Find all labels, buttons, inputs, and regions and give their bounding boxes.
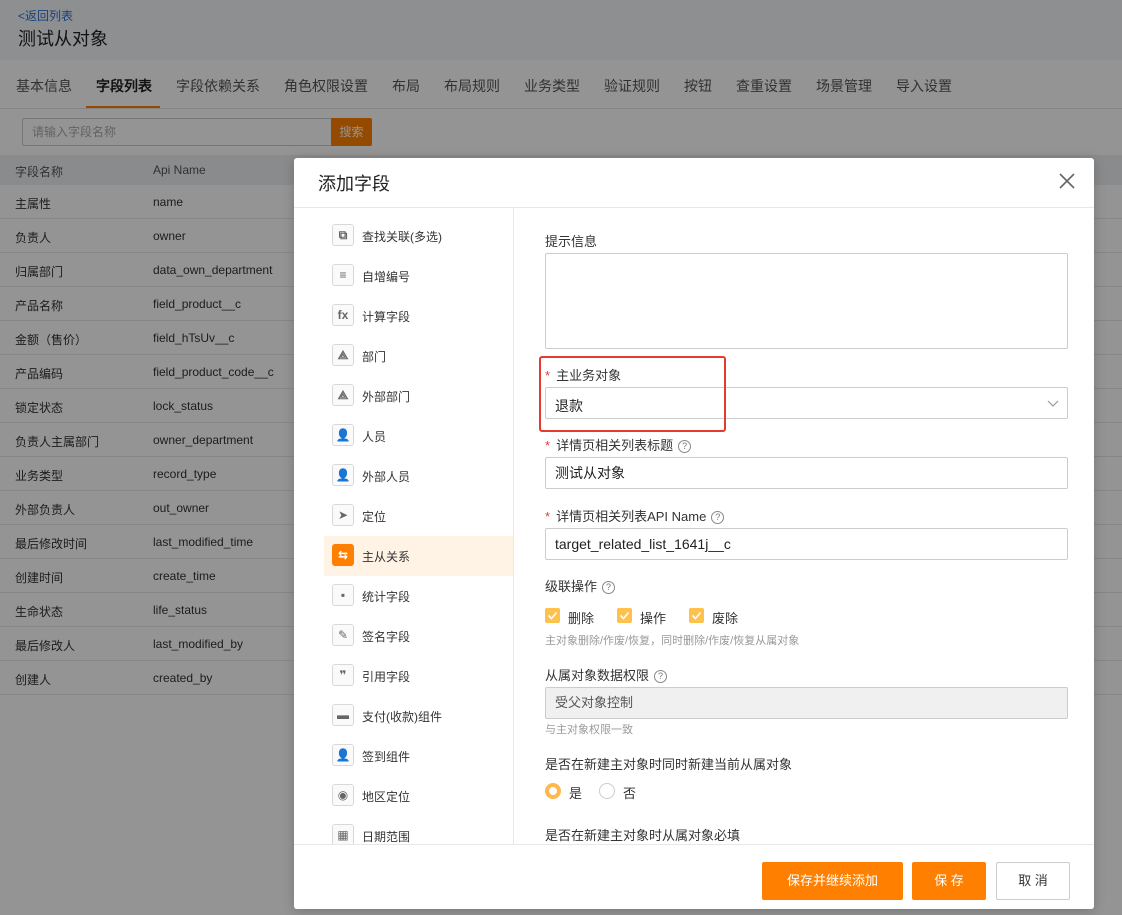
help-icon[interactable]: ? [678,440,692,453]
map-pin-icon: ◉ [332,784,354,806]
save-and-continue-button[interactable]: 保存并继续添加 [762,862,903,900]
save-button[interactable]: 保 存 [912,862,986,900]
related-api-label: * 详情页相关列表API Name? [545,506,725,525]
menu-item-map-pin[interactable]: ◉ 地区定位 [324,776,513,816]
menu-item-calendar[interactable]: ▦ 日期范围 [324,816,513,844]
menu-item-label: 查找关联(多选) [362,230,442,244]
related-title-label: * 详情页相关列表标题? [545,435,692,454]
permission-input: 受父对象控制 [545,687,1068,719]
field-settings-form: 提示信息 * 主业务对象 退款 * 详情页相关列表标题? 测试从对象 * 详情页相关列… [515,208,1094,844]
permission-label: 从属对象数据权限? [545,665,668,684]
cascade-operate-label: 操作 [640,611,667,626]
create-together-label: 是否在新建主对象时同时新建当前从属对象 [545,757,793,772]
lookup-multi-icon: ⧉ [332,224,354,246]
location-arrow-icon: ➤ [332,504,354,526]
tip-textarea[interactable] [545,253,1068,349]
menu-item-formula[interactable]: fx 计算字段 [324,296,513,336]
dialog-header: 添加字段 [294,158,1094,208]
menu-item-label: 支付(收款)组件 [362,710,442,724]
payment-icon: ▬ [332,704,354,726]
checkin-icon: 👤 [332,744,354,766]
cascade-label: 级联操作? [545,576,616,595]
menu-item-master-detail[interactable]: ⇆ 主从关系 [324,536,513,576]
field-type-menu: ⧉ 查找关联(多选) ≡ 自增编号 fx 计算字段 ⟁ 部门 ⟁ 外部部门 👤 人员 👤 外部人员 ➤ 定位 ⇆… [294,208,514,844]
help-icon[interactable]: ? [654,670,668,683]
chevron-down-icon [1047,400,1059,407]
add-field-dialog: 添加字段 ⧉ 查找关联(多选) ≡ 自增编号 fx 计算字段 ⟁ 部门 ⟁ 外部部门 👤 人员 👤 外部人… [294,158,1094,909]
person-icon: 👤 [332,424,354,446]
menu-item-auto-number[interactable]: ≡ 自增编号 [324,256,513,296]
menu-item-label: 统计字段 [362,590,411,604]
external-department-icon: ⟁ [332,384,354,406]
tip-label: 提示信息 [545,234,598,249]
cascade-void-checkbox[interactable] [689,608,704,623]
menu-item-label: 日期范围 [362,830,411,844]
menu-item-label: 引用字段 [362,670,411,684]
create-together-no-radio[interactable] [599,783,615,799]
menu-item-label: 签名字段 [362,630,411,644]
menu-item-lookup-multi[interactable]: ⧉ 查找关联(多选) [324,216,513,256]
menu-item-label: 地区定位 [362,790,411,804]
statistics-icon: ▪ [332,584,354,606]
menu-item-label: 人员 [362,430,387,444]
menu-item-payment[interactable]: ▬ 支付(收款)组件 [324,696,513,736]
menu-item-label: 计算字段 [362,310,411,324]
menu-item-signature[interactable]: ✎ 签名字段 [324,616,513,656]
menu-item-label: 外部部门 [362,390,411,404]
dialog-title: 添加字段 [318,174,390,194]
menu-item-statistics[interactable]: ▪ 统计字段 [324,576,513,616]
cascade-operate-checkbox[interactable] [617,608,632,623]
permission-hint: 与主对象权限一致 [545,724,633,736]
menu-item-location-arrow[interactable]: ➤ 定位 [324,496,513,536]
menu-item-department[interactable]: ⟁ 部门 [324,336,513,376]
cascade-hint: 主对象删除/作废/恢复，同时删除/作废/恢复从属对象 [545,635,800,647]
create-together-no-label: 否 [623,786,637,801]
related-api-input[interactable]: target_related_list_1641j__c [545,528,1068,560]
menu-item-checkin[interactable]: 👤 签到组件 [324,736,513,776]
menu-item-label: 签到组件 [362,750,411,764]
signature-icon: ✎ [332,624,354,646]
calendar-icon: ▦ [332,824,354,844]
create-together-yes-label: 是 [569,786,583,801]
related-title-input[interactable]: 测试从对象 [545,457,1068,489]
menu-item-label: 外部人员 [362,470,411,484]
highlight-box [539,356,726,432]
help-icon[interactable]: ? [602,581,616,594]
master-detail-icon: ⇆ [332,544,354,566]
menu-item-label: 部门 [362,350,387,364]
menu-item-person[interactable]: 👤 人员 [324,416,513,456]
menu-item-quote[interactable]: ❞ 引用字段 [324,656,513,696]
cascade-delete-checkbox[interactable] [545,608,560,623]
cancel-button[interactable]: 取 消 [996,862,1070,900]
formula-icon: fx [332,304,354,326]
menu-item-external-person[interactable]: 👤 外部人员 [324,456,513,496]
external-person-icon: 👤 [332,464,354,486]
department-icon: ⟁ [332,344,354,366]
create-together-yes-radio[interactable] [545,783,561,799]
cascade-void-label: 废除 [712,611,739,626]
menu-item-label: 主从关系 [362,550,411,564]
auto-number-icon: ≡ [332,264,354,286]
help-icon[interactable]: ? [711,511,725,524]
menu-item-label: 定位 [362,510,387,524]
menu-item-external-department[interactable]: ⟁ 外部部门 [324,376,513,416]
required-label: 是否在新建主对象时从属对象必填 [545,828,741,843]
menu-item-label: 自增编号 [362,270,411,284]
quote-icon: ❞ [332,664,354,686]
cascade-delete-label: 删除 [568,611,595,626]
close-icon[interactable] [1056,170,1078,192]
dialog-footer: 保存并继续添加 保 存 取 消 [294,844,1094,909]
